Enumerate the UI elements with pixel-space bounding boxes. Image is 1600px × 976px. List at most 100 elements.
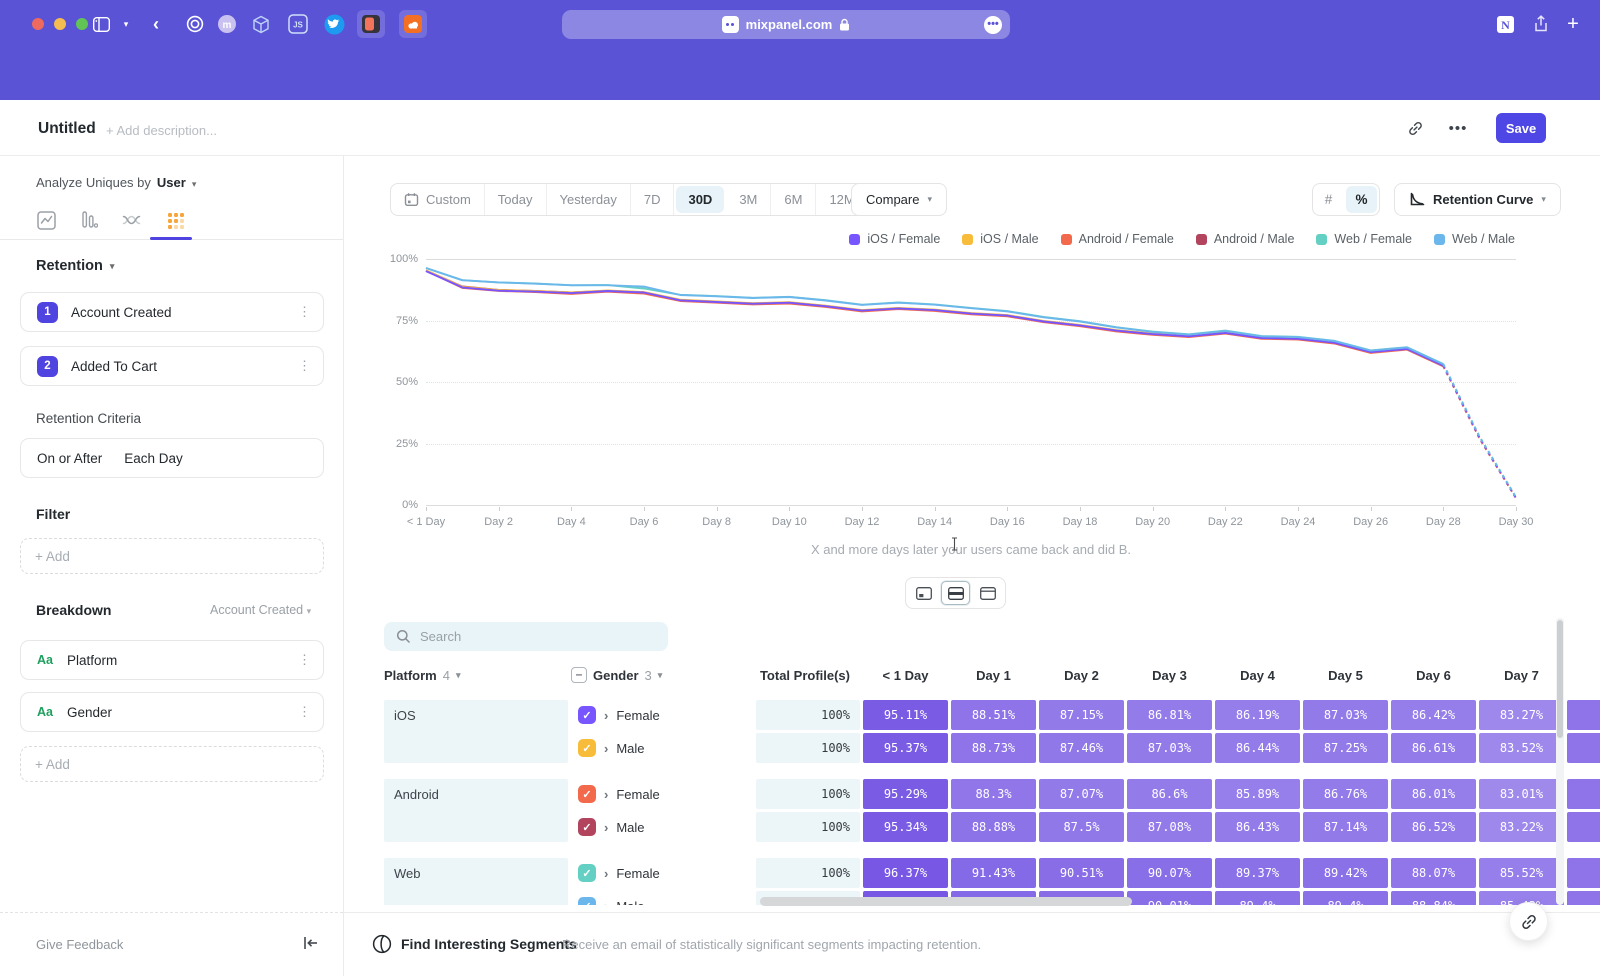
- retention-value-cell[interactable]: 87.14%: [1303, 812, 1388, 842]
- js-extension-icon[interactable]: JS: [286, 12, 310, 36]
- retention-value-cell[interactable]: 87.03%: [1127, 733, 1212, 763]
- percent-mode-button[interactable]: %: [1346, 186, 1377, 213]
- retention-value-cell[interactable]: 95.29%: [863, 779, 948, 809]
- report-description-placeholder[interactable]: + Add description...: [106, 123, 217, 138]
- gender-cell-female[interactable]: ✓›Female: [571, 700, 753, 730]
- horizontal-scrollbar[interactable]: [760, 897, 1132, 906]
- step-card-added-to-cart[interactable]: 2 Added To Cart ⋮: [20, 346, 324, 386]
- tab-insights[interactable]: [32, 206, 60, 234]
- series-checkbox[interactable]: ✓: [578, 864, 596, 882]
- report-title[interactable]: Untitled: [38, 120, 96, 138]
- retention-value-cell[interactable]: 86.81%: [1127, 700, 1212, 730]
- range-button-30d[interactable]: 30D: [676, 186, 724, 213]
- bird-extension-icon[interactable]: [322, 12, 346, 36]
- retention-line-chart[interactable]: [426, 259, 1516, 506]
- orange-extension-icon[interactable]: [399, 10, 427, 38]
- retention-value-cell[interactable]: 86.42%: [1391, 700, 1476, 730]
- save-button[interactable]: Save: [1496, 113, 1546, 143]
- view-toggle-chart-only[interactable]: [909, 581, 938, 605]
- gender-cell-female[interactable]: ✓›Female: [571, 858, 753, 888]
- table-search-input[interactable]: Search: [384, 622, 668, 651]
- expand-chevron-icon[interactable]: ›: [604, 866, 608, 881]
- series-checkbox[interactable]: ✓: [578, 818, 596, 836]
- range-button-7d[interactable]: 7D: [631, 184, 675, 215]
- retention-value-cell[interactable]: 91.43%: [951, 858, 1036, 888]
- expand-chevron-icon[interactable]: ›: [604, 820, 608, 835]
- window-minimize-button[interactable]: [54, 18, 66, 30]
- platform-cell[interactable]: Web: [384, 858, 568, 905]
- retention-value-cell[interactable]: 90.01%: [1127, 891, 1212, 905]
- step-event-label[interactable]: Added To Cart: [71, 359, 157, 374]
- retention-value-cell[interactable]: 87.03%: [1303, 700, 1388, 730]
- breakdown-options-icon[interactable]: ⋮: [298, 652, 311, 668]
- find-interesting-segments-button[interactable]: Find Interesting Segments: [401, 936, 577, 952]
- retention-value-cell[interactable]: 85.89%: [1215, 779, 1300, 809]
- retention-value-cell[interactable]: 86.6%: [1127, 779, 1212, 809]
- share-icon[interactable]: [1530, 12, 1552, 36]
- retention-value-cell[interactable]: 87.25%: [1303, 733, 1388, 763]
- criteria-interval[interactable]: Each Day: [124, 451, 183, 466]
- platform-column-header[interactable]: Platform4▾: [384, 668, 568, 683]
- filter-add-button[interactable]: + Add: [20, 538, 324, 574]
- retention-value-cell[interactable]: 86.44%: [1215, 733, 1300, 763]
- more-options-icon[interactable]: •••: [1447, 118, 1469, 138]
- breakdown-add-button[interactable]: + Add: [20, 746, 324, 782]
- share-link-floating-button[interactable]: [1509, 902, 1548, 941]
- legend-item[interactable]: iOS / Male: [962, 232, 1038, 246]
- retention-value-cell[interactable]: 86.43%: [1215, 812, 1300, 842]
- platform-cell[interactable]: Android: [384, 779, 568, 842]
- address-bar[interactable]: mixpanel.com •••: [562, 10, 1010, 39]
- breakdown-options-icon[interactable]: ⋮: [298, 704, 311, 720]
- series-checkbox[interactable]: ✓: [578, 706, 596, 724]
- sidebar-toggle-icon[interactable]: [89, 12, 113, 36]
- give-feedback-link[interactable]: Give Feedback: [36, 937, 123, 952]
- retention-value-cell[interactable]: 83.01%: [1479, 779, 1564, 809]
- retention-value-cell[interactable]: 83.52%: [1479, 733, 1564, 763]
- breakdown-applies-to-control[interactable]: Account Created ▾: [210, 603, 311, 617]
- legend-item[interactable]: Android / Female: [1061, 232, 1174, 246]
- retention-value-cell[interactable]: 89.42%: [1303, 858, 1388, 888]
- retention-value-cell[interactable]: 87.07%: [1039, 779, 1124, 809]
- target-extension-icon[interactable]: [184, 12, 206, 36]
- vertical-scrollbar[interactable]: [1556, 618, 1564, 905]
- step-card-account-created[interactable]: 1 Account Created ⋮: [20, 292, 324, 332]
- retention-value-cell[interactable]: 88.07%: [1391, 858, 1476, 888]
- tab-retention[interactable]: [161, 206, 189, 234]
- select-all-checkbox[interactable]: –: [571, 667, 587, 683]
- breakdown-property-label[interactable]: Gender: [67, 705, 112, 720]
- cube-extension-icon[interactable]: [250, 12, 272, 36]
- gender-cell-male[interactable]: ✓›Male: [571, 812, 753, 842]
- step-options-icon[interactable]: ⋮: [298, 304, 311, 320]
- retention-value-cell[interactable]: 85.52%: [1479, 858, 1564, 888]
- compare-button[interactable]: Compare ▾: [851, 183, 947, 216]
- series-line-web-male[interactable]: [426, 268, 1443, 364]
- retention-value-cell[interactable]: 86.61%: [1391, 733, 1476, 763]
- gender-cell-male[interactable]: ✓›Male: [571, 733, 753, 763]
- retention-value-cell[interactable]: 90.51%: [1039, 858, 1124, 888]
- breakdown-property-label[interactable]: Platform: [67, 653, 117, 668]
- m-extension-icon[interactable]: m: [216, 12, 238, 36]
- retention-value-cell[interactable]: 87.08%: [1127, 812, 1212, 842]
- tab-funnels[interactable]: [75, 206, 103, 234]
- range-button-6m[interactable]: 6M: [771, 184, 816, 215]
- window-zoom-button[interactable]: [76, 18, 88, 30]
- retention-value-cell[interactable]: 88.73%: [951, 733, 1036, 763]
- retention-value-cell[interactable]: 86.01%: [1391, 779, 1476, 809]
- series-checkbox[interactable]: ✓: [578, 739, 596, 757]
- series-line-web-male[interactable]: [1443, 364, 1516, 497]
- breakdown-card-gender[interactable]: Aa Gender ⋮: [20, 692, 324, 732]
- series-line-web-female[interactable]: [426, 268, 1443, 364]
- retention-value-cell[interactable]: 87.5%: [1039, 812, 1124, 842]
- expand-chevron-icon[interactable]: ›: [604, 708, 608, 723]
- retention-value-cell[interactable]: 95.11%: [863, 700, 948, 730]
- legend-item[interactable]: Android / Male: [1196, 232, 1295, 246]
- range-button-yesterday[interactable]: Yesterday: [547, 184, 631, 215]
- analyze-value[interactable]: User: [157, 175, 186, 190]
- absolute-mode-button[interactable]: #: [1313, 184, 1344, 215]
- collapse-sidebar-icon[interactable]: [302, 935, 320, 951]
- notion-icon[interactable]: N: [1494, 12, 1516, 36]
- criteria-condition[interactable]: On or After: [37, 451, 102, 466]
- retention-criteria-card[interactable]: On or After Each Day: [20, 438, 324, 478]
- expand-chevron-icon[interactable]: ›: [604, 899, 608, 906]
- legend-item[interactable]: iOS / Female: [849, 232, 940, 246]
